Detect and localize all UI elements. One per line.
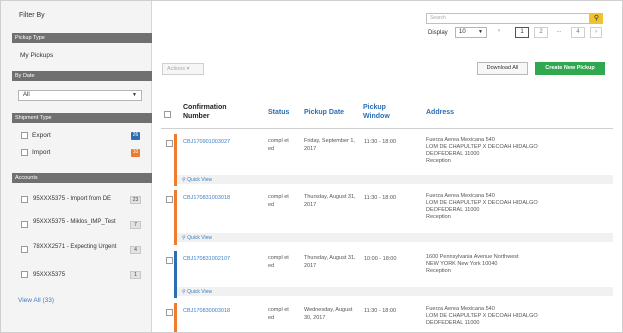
page-4-button[interactable]: 4 (571, 27, 585, 38)
date-select[interactable]: All ▼ (18, 90, 142, 101)
row-status: compl et ed (268, 138, 289, 152)
row-address: Fuerza Aerea Mexicana 540 LOM DE CHAPULT… (426, 306, 538, 326)
account-label: 95XXX5375 - Import from DE (33, 196, 112, 202)
account-checkbox[interactable] (21, 221, 28, 228)
account-checkbox[interactable] (21, 271, 28, 278)
pagination-prev-button[interactable]: ‹ (494, 27, 504, 38)
account-count-badge: 1 (130, 271, 141, 279)
select-all-checkbox[interactable] (164, 111, 171, 118)
import-filter[interactable]: Import (21, 149, 50, 156)
export-label: Export (32, 132, 51, 140)
chevron-down-icon: ▼ (478, 29, 483, 35)
account-label: 95XXX5375 (33, 272, 66, 278)
row-window: 10:00 - 18:00 (364, 256, 397, 262)
filter-by-title: Filter By (19, 12, 45, 19)
pickup-window-header[interactable]: Pickup Window (363, 103, 399, 121)
export-count-badge: 26 (131, 132, 140, 140)
row-window: 11:30 - 18:00 (364, 308, 397, 314)
status-header[interactable]: Status (268, 108, 289, 117)
quick-view-strip (177, 287, 613, 296)
account-count-badge: 4 (130, 246, 141, 254)
row-address: Fuerza Aerea Mexicana 540 LOM DE CHAPULT… (426, 193, 538, 220)
header-divider (161, 128, 613, 129)
row-address: Fuerza Aerea Mexicana 540 LOM DE CHAPULT… (426, 137, 538, 164)
row-status: compl et ed (268, 194, 289, 208)
confirmation-header: Confirmation Number (183, 104, 227, 120)
account-checkbox[interactable] (21, 196, 28, 203)
app-window: Filter By Pickup Type My Pickups By Date… (0, 0, 623, 333)
filter-sidebar: Filter By Pickup Type My Pickups By Date… (1, 1, 152, 332)
row-date: Thursday, August 31, 2017 (304, 255, 356, 269)
pagination-ellipsis: ... (556, 28, 562, 34)
address-header[interactable]: Address (426, 108, 454, 117)
confirmation-link[interactable]: CBJ170830003018 (183, 308, 230, 314)
row-checkbox[interactable] (166, 140, 173, 147)
pickup-type-header: Pickup Type (12, 33, 152, 43)
row-address: 1600 Pennsylvania Avenue Northwest NEW Y… (426, 254, 519, 274)
chevron-down-icon: ▼ (132, 92, 137, 98)
account-label: 95XXX5375 - Miklos_IMP_Test (33, 219, 116, 225)
by-date-header: By Date (12, 71, 152, 81)
quick-view-link[interactable]: ⚲ Quick View (182, 235, 212, 241)
account-label: 78XXX2571 - Expecting Urgent (33, 244, 117, 250)
display-select[interactable]: 10 ▼ (455, 27, 487, 38)
row-checkbox[interactable] (166, 309, 173, 316)
row-date: Friday, September 1, 2017 (304, 138, 355, 152)
quick-view-link[interactable]: ⚲ Quick View (182, 177, 212, 183)
confirmation-link[interactable]: CBJ170831003018 (183, 195, 230, 201)
table-row[interactable]: CBJ170901003027 compl et ed Friday, Sept… (161, 134, 613, 186)
quick-view-label: Quick View (187, 289, 212, 295)
confirmation-link[interactable]: CBJ170831002107 (183, 256, 230, 262)
account-checkbox[interactable] (21, 246, 28, 253)
date-select-value: All (23, 92, 30, 98)
quick-view-strip (177, 233, 613, 242)
row-status: compl et ed (268, 307, 289, 321)
import-checkbox[interactable] (21, 149, 28, 156)
confirmation-link[interactable]: CBJ170901003027 (183, 139, 230, 145)
table-row[interactable]: CBJ170831002107 compl et ed Thursday, Au… (161, 251, 613, 298)
download-all-button[interactable]: Download All (477, 62, 528, 75)
quick-view-label: Quick View (187, 177, 212, 183)
import-count-badge: 10 (131, 149, 140, 157)
search-icon: ⚲ (593, 15, 600, 22)
pickup-date-header[interactable]: Pickup Date (304, 108, 344, 117)
pagination-next-button[interactable]: › (590, 27, 602, 38)
actions-dropdown[interactable]: Actions ▾ (162, 63, 204, 75)
row-status-bar (174, 303, 177, 332)
row-checkbox[interactable] (166, 257, 173, 264)
row-date: Thursday, August 31, 2017 (304, 194, 356, 208)
search-input[interactable]: Search (426, 13, 590, 24)
quick-view-strip (177, 175, 613, 184)
table-row[interactable]: CBJ170831003018 compl et ed Thursday, Au… (161, 190, 613, 245)
create-new-pickup-button[interactable]: Create New Pickup (535, 62, 605, 75)
export-checkbox[interactable] (21, 132, 28, 139)
row-checkbox[interactable] (166, 196, 173, 203)
quick-view-label: Quick View (187, 235, 212, 241)
page-2-button[interactable]: 2 (534, 27, 548, 38)
row-status: compl et ed (268, 255, 289, 269)
row-window: 11:30 - 18:00 (364, 195, 397, 201)
table-row[interactable]: CBJ170830003018 compl et ed Wednesday, A… (161, 303, 613, 332)
display-value: 10 (459, 29, 466, 35)
row-date: Wednesday, August 30, 2017 (304, 307, 353, 321)
display-label: Display (428, 30, 448, 36)
page-1-button[interactable]: 1 (515, 27, 529, 38)
quick-view-link[interactable]: ⚲ Quick View (182, 289, 212, 295)
search-button[interactable]: ⚲ (590, 13, 603, 24)
export-filter[interactable]: Export (21, 132, 51, 139)
row-window: 11:30 - 18:00 (364, 139, 397, 145)
account-count-badge: 23 (130, 196, 141, 204)
account-count-badge: 7 (130, 221, 141, 229)
import-label: Import (32, 149, 51, 157)
shipment-type-header: Shipment Type (12, 113, 152, 123)
view-all-accounts-link[interactable]: View All (33) (18, 297, 54, 304)
accounts-header: Accounts (12, 173, 152, 183)
my-pickups-link[interactable]: My Pickups (20, 52, 53, 59)
